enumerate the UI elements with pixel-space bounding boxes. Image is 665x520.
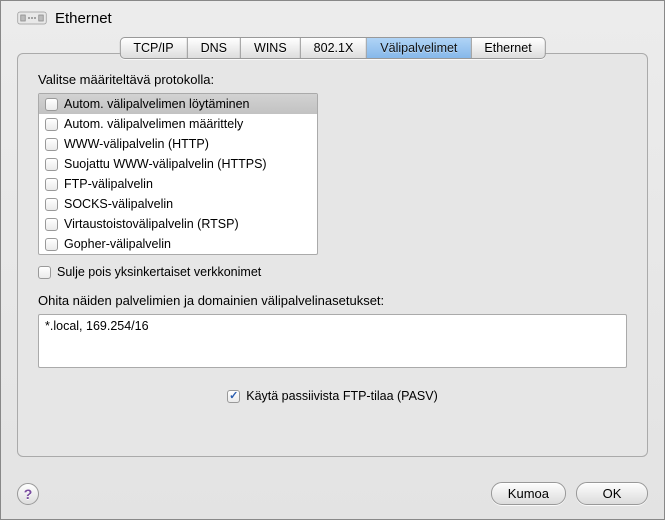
ok-button[interactable]: OK (576, 482, 648, 505)
list-item[interactable]: WWW-välipalvelin (HTTP) (39, 134, 317, 154)
checkbox-icon (45, 138, 58, 151)
help-button[interactable]: ? (17, 483, 39, 505)
list-item-label: Virtaustoistovälipalvelin (RTSP) (64, 217, 239, 231)
tab-v-lipalvelimet[interactable]: Välipalvelimet (367, 38, 471, 58)
tab-tcp-ip[interactable]: TCP/IP (120, 38, 187, 58)
checkbox-icon (45, 198, 58, 211)
list-item[interactable]: Autom. välipalvelimen löytäminen (39, 94, 317, 114)
list-item[interactable]: Suojattu WWW-välipalvelin (HTTPS) (39, 154, 317, 174)
bypass-textarea[interactable] (38, 314, 627, 368)
list-item-label: Suojattu WWW-välipalvelin (HTTPS) (64, 157, 267, 171)
tab-802-1x[interactable]: 802.1X (301, 38, 368, 58)
window: Ethernet TCP/IPDNSWINS802.1XVälipalvelim… (0, 0, 665, 520)
protocol-prompt: Valitse määriteltävä protokolla: (38, 72, 627, 87)
list-item[interactable]: Gopher-välipalvelin (39, 234, 317, 254)
tabbar: TCP/IPDNSWINS802.1XVälipalvelimetEtherne… (119, 37, 545, 59)
tab-wins[interactable]: WINS (241, 38, 301, 58)
list-item[interactable]: Autom. välipalvelimen määrittely (39, 114, 317, 134)
exclude-simple-hostnames[interactable]: Sulje pois yksinkertaiset verkkonimet (38, 265, 627, 279)
list-item[interactable]: SOCKS-välipalvelin (39, 194, 317, 214)
checkbox-icon (45, 98, 58, 111)
checkbox-icon (45, 178, 58, 191)
list-item-label: WWW-välipalvelin (HTTP) (64, 137, 209, 151)
checkbox-icon (45, 118, 58, 131)
list-item-label: FTP-välipalvelin (64, 177, 153, 191)
list-item[interactable]: Virtaustoistovälipalvelin (RTSP) (39, 214, 317, 234)
checkbox-icon (45, 158, 58, 171)
page-title: Ethernet (55, 10, 112, 27)
list-item-label: Autom. välipalvelimen määrittely (64, 117, 243, 131)
list-item[interactable]: FTP-välipalvelin (39, 174, 317, 194)
list-item-label: Gopher-välipalvelin (64, 237, 171, 251)
list-item-label: SOCKS-välipalvelin (64, 197, 173, 211)
ethernet-icon (17, 9, 47, 27)
panel: Valitse määriteltävä protokolla: Autom. … (17, 53, 648, 457)
pasv-label: Käytä passiivista FTP-tilaa (PASV) (246, 389, 438, 403)
footer: ? Kumoa OK (17, 482, 648, 505)
list-item-label: Autom. välipalvelimen löytäminen (64, 97, 250, 111)
pasv-row[interactable]: Käytä passiivista FTP-tilaa (PASV) (38, 389, 627, 403)
checkbox-icon (45, 238, 58, 251)
checkbox-icon (227, 390, 240, 403)
bypass-label: Ohita näiden palvelimien ja domainien vä… (38, 293, 627, 308)
cancel-button[interactable]: Kumoa (491, 482, 566, 505)
protocol-list[interactable]: Autom. välipalvelimen löytäminen Autom. v… (38, 93, 318, 255)
tab-dns[interactable]: DNS (188, 38, 241, 58)
header: Ethernet (1, 1, 664, 31)
exclude-simple-label: Sulje pois yksinkertaiset verkkonimet (57, 265, 261, 279)
checkbox-icon (38, 266, 51, 279)
checkbox-icon (45, 218, 58, 231)
tab-ethernet[interactable]: Ethernet (471, 38, 544, 58)
